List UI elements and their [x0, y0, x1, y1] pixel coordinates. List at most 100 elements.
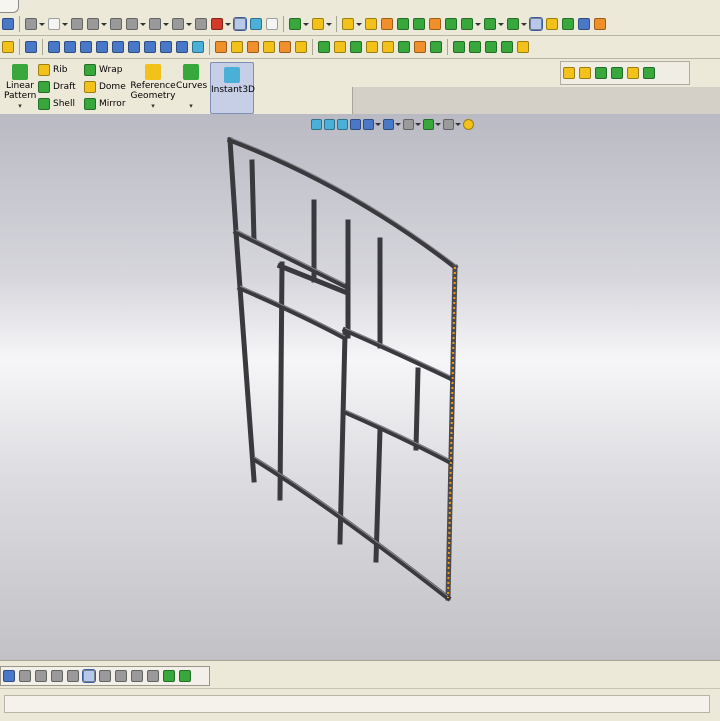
tool-k-icon[interactable] — [163, 670, 175, 682]
boundary-boss-icon[interactable] — [279, 41, 291, 53]
point-icon[interactable] — [485, 41, 497, 53]
offset-surface-icon[interactable] — [430, 41, 442, 53]
view-back-icon[interactable] — [64, 41, 76, 53]
instant3d-button[interactable]: Instant3D — [210, 62, 255, 114]
revolve-boss-icon[interactable] — [231, 41, 243, 53]
circle-icon[interactable] — [87, 18, 99, 30]
surface-boundary-icon[interactable] — [382, 41, 394, 53]
linear-pattern-icon — [12, 64, 28, 80]
curve-through-points-icon[interactable] — [611, 67, 623, 79]
material-icon[interactable] — [2, 41, 14, 53]
tool-g-icon[interactable] — [99, 670, 111, 682]
reference-geometry-button[interactable]: Reference Geometry ▾ — [130, 62, 176, 111]
single-view-icon[interactable] — [176, 41, 188, 53]
sweep-icon[interactable] — [381, 18, 393, 30]
tool-i-icon[interactable] — [131, 670, 143, 682]
revolve-icon[interactable] — [365, 18, 377, 30]
centerline-icon[interactable] — [469, 41, 481, 53]
linear-pattern-button[interactable]: Linear Pattern ▾ — [4, 62, 36, 111]
swept-boss-icon[interactable] — [247, 41, 259, 53]
view-top-icon[interactable] — [112, 41, 124, 53]
rotate-icon[interactable] — [546, 18, 558, 30]
view-left-icon[interactable] — [80, 41, 92, 53]
view-front-icon[interactable] — [48, 41, 60, 53]
tool-c-icon[interactable] — [35, 670, 47, 682]
helix-icon[interactable] — [627, 67, 639, 79]
thicken-icon[interactable] — [295, 41, 307, 53]
rib-button[interactable]: Rib — [38, 64, 67, 76]
hole-wizard-icon[interactable] — [429, 18, 441, 30]
tool-j-icon[interactable] — [147, 670, 159, 682]
composite-curve-icon[interactable] — [595, 67, 607, 79]
tool-h-icon[interactable] — [115, 670, 127, 682]
rectangle-icon[interactable] — [48, 18, 60, 30]
fillet-sketch-icon[interactable] — [211, 18, 223, 30]
select-icon[interactable] — [578, 18, 590, 30]
mirror-label: Mirror — [99, 99, 126, 109]
view-bottom-icon[interactable] — [128, 41, 140, 53]
part-icon[interactable] — [312, 18, 324, 30]
tool-d-icon[interactable] — [51, 670, 63, 682]
projected-curve-icon[interactable] — [579, 67, 591, 79]
extrude-cut-icon[interactable] — [413, 18, 425, 30]
display-style-icon[interactable] — [233, 17, 247, 31]
view-right-icon[interactable] — [96, 41, 108, 53]
copy-icon[interactable] — [594, 18, 606, 30]
view-iso-icon[interactable] — [144, 41, 156, 53]
arc-icon[interactable] — [71, 18, 83, 30]
surface-loft-icon[interactable] — [366, 41, 378, 53]
lofted-boss-icon[interactable] — [263, 41, 275, 53]
grid-icon[interactable] — [195, 18, 207, 30]
document-tab[interactable] — [0, 0, 19, 13]
move-icon[interactable] — [562, 18, 574, 30]
surface-sweep-icon[interactable] — [350, 41, 362, 53]
hide-show-icon[interactable] — [266, 18, 278, 30]
tool-f-icon[interactable] — [82, 669, 96, 683]
trim-icon[interactable] — [501, 41, 513, 53]
stud-8 — [373, 427, 383, 563]
spline-icon[interactable] — [110, 18, 122, 30]
fillet-icon[interactable] — [445, 18, 457, 30]
sketch-tool-icon[interactable] — [2, 18, 14, 30]
wrap-button[interactable]: Wrap — [84, 64, 122, 76]
linear-pattern-dropdown-icon[interactable]: ▾ — [4, 101, 36, 111]
filled-surface-icon[interactable] — [398, 41, 410, 53]
extrude-boss-icon[interactable] — [342, 18, 354, 30]
draft-button[interactable]: Draft — [38, 81, 76, 93]
curves-button[interactable]: Curves ▾ — [176, 62, 207, 111]
relations-icon[interactable] — [25, 18, 37, 30]
surface-revolve-icon[interactable] — [334, 41, 346, 53]
shell-button[interactable]: Shell — [38, 98, 75, 110]
tool-a-icon[interactable] — [3, 670, 15, 682]
view-orientation-icon[interactable] — [250, 18, 262, 30]
dome-button[interactable]: Dome — [84, 81, 126, 93]
reference-geometry-label: Reference Geometry — [130, 81, 176, 101]
spiral-icon[interactable] — [643, 67, 655, 79]
offset-icon[interactable] — [172, 18, 184, 30]
extend-icon[interactable] — [517, 41, 529, 53]
smart-dimension-icon[interactable] — [149, 18, 161, 30]
planar-surface-icon[interactable] — [414, 41, 426, 53]
dimension-arrow-icon[interactable] — [25, 41, 37, 53]
surface-extrude-icon[interactable] — [318, 41, 330, 53]
pattern-sketch-icon[interactable] — [126, 18, 138, 30]
chamfer-icon[interactable] — [461, 18, 473, 30]
mirror-button[interactable]: Mirror — [84, 98, 126, 110]
reference-geometry-dropdown-icon[interactable]: ▾ — [130, 101, 176, 111]
view-normal-icon[interactable] — [160, 41, 172, 53]
tool-l-icon[interactable] — [179, 670, 191, 682]
line-icon[interactable] — [453, 41, 465, 53]
tool-b-icon[interactable] — [19, 670, 31, 682]
spline-curve-icon[interactable] — [507, 18, 519, 30]
loft-icon[interactable] — [397, 18, 409, 30]
sketch-pen-icon[interactable] — [192, 41, 204, 53]
tool-e-icon[interactable] — [67, 670, 79, 682]
curves-dropdown-icon[interactable]: ▾ — [176, 101, 206, 111]
linear-pattern-label: Linear Pattern — [4, 81, 37, 101]
curve-icon[interactable] — [484, 18, 496, 30]
boss-base-icon[interactable] — [215, 41, 227, 53]
instant3d-toolbar-icon[interactable] — [529, 17, 543, 31]
graphics-area[interactable] — [0, 114, 720, 660]
split-line-icon[interactable] — [563, 67, 575, 79]
assembly-icon[interactable] — [289, 18, 301, 30]
